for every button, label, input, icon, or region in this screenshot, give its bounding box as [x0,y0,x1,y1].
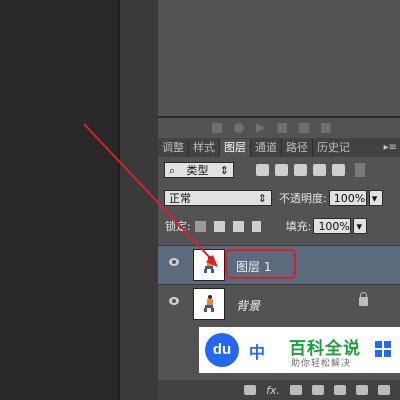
panel-tabs: 调整 样式 图层 通道 路径 历史记 ▸≡ [158,139,400,157]
trash-icon[interactable] [378,385,390,395]
watermark-cn: 中 [249,343,266,362]
filter-kind-select[interactable]: ⌕ 类型 ⇕ [164,162,234,178]
updown-icon: ⇕ [257,192,267,205]
fill-label: 填充: [285,220,312,233]
fill-input[interactable]: 100% [313,218,352,234]
visibility-eye-icon[interactable] [169,297,179,305]
folder-icon[interactable] [277,123,287,133]
adjustment-layer-icon[interactable] [312,385,324,395]
canvas-area[interactable] [0,0,118,400]
add-mask-icon[interactable] [290,385,302,395]
layer-thumbnail[interactable] [193,288,225,320]
tab-adjustments[interactable]: 调整 [158,139,188,157]
watermark-subtitle: 助你轻松解决 [291,359,352,369]
new-layer-icon[interactable] [356,385,368,395]
du-logo: du [205,333,239,367]
collapsed-panel-strip [120,0,158,400]
lock-label: 锁定: [165,220,191,233]
lock-row: 锁定: 填充: 100% ▾ [158,218,400,234]
filter-kind-value: 类型 [186,164,209,177]
lock-transparent-icon[interactable] [194,220,206,232]
panel-menu-icon[interactable]: ▸≡ [384,139,400,157]
filter-icons [250,164,345,176]
group-folder-icon[interactable] [334,385,346,395]
record-icon[interactable] [234,123,244,133]
upper-panel-toolbar [158,118,400,139]
adjustment-filter-icon[interactable] [275,164,288,176]
grid-logo-icon [375,341,391,357]
lock-position-icon[interactable] [232,220,244,232]
layers-bottom-toolbar: fx. [158,380,400,400]
stop-icon[interactable] [212,123,222,133]
trash-icon[interactable] [321,123,331,133]
new-item-icon[interactable] [299,123,309,133]
filter-row: ⌕ 类型 ⇕ [158,162,400,178]
layer-row[interactable]: 背景 [158,284,400,323]
opacity-input[interactable]: 100% [328,190,367,206]
highlight-box [225,249,296,279]
tab-history[interactable]: 历史记 [313,139,354,157]
blend-mode-select[interactable]: 正常 ⇕ [164,190,272,206]
search-icon: ⌕ [169,164,176,177]
person-thumbnail-icon [204,256,214,273]
smart-object-filter-icon[interactable] [332,164,345,176]
watermark: du 中 百科全说 助你轻松解决 [199,327,400,373]
lock-pixels-icon[interactable] [213,220,225,232]
link-layers-icon[interactable] [244,385,257,395]
tab-styles[interactable]: 样式 [189,139,219,157]
shape-filter-icon[interactable] [313,164,326,176]
type-filter-icon[interactable] [294,164,307,176]
lock-all-icon[interactable] [251,220,261,232]
fill-dropdown-icon[interactable]: ▾ [353,218,368,234]
tab-layers[interactable]: 图层 [220,139,250,157]
blend-row: 正常 ⇕ 不透明度: 100% ▾ [158,190,400,206]
layer-name[interactable]: 背景 [236,297,260,314]
updown-icon: ⇕ [219,164,229,177]
opacity-label: 不透明度: [279,192,327,205]
layer-style-fx-icon[interactable]: fx. [266,384,280,397]
lock-icon [359,292,368,306]
opacity-dropdown-icon[interactable]: ▾ [368,190,383,206]
play-icon[interactable] [256,123,265,133]
tab-channels[interactable]: 通道 [251,139,281,157]
tab-paths[interactable]: 路径 [282,139,312,157]
person-thumbnail-icon [204,295,214,312]
upper-panel [158,0,400,118]
layer-thumbnail[interactable] [193,249,225,281]
filter-toggle-icon[interactable] [355,163,365,177]
visibility-eye-icon[interactable] [169,258,179,266]
pixel-filter-icon[interactable] [256,164,269,176]
blend-mode-value: 正常 [169,192,191,205]
